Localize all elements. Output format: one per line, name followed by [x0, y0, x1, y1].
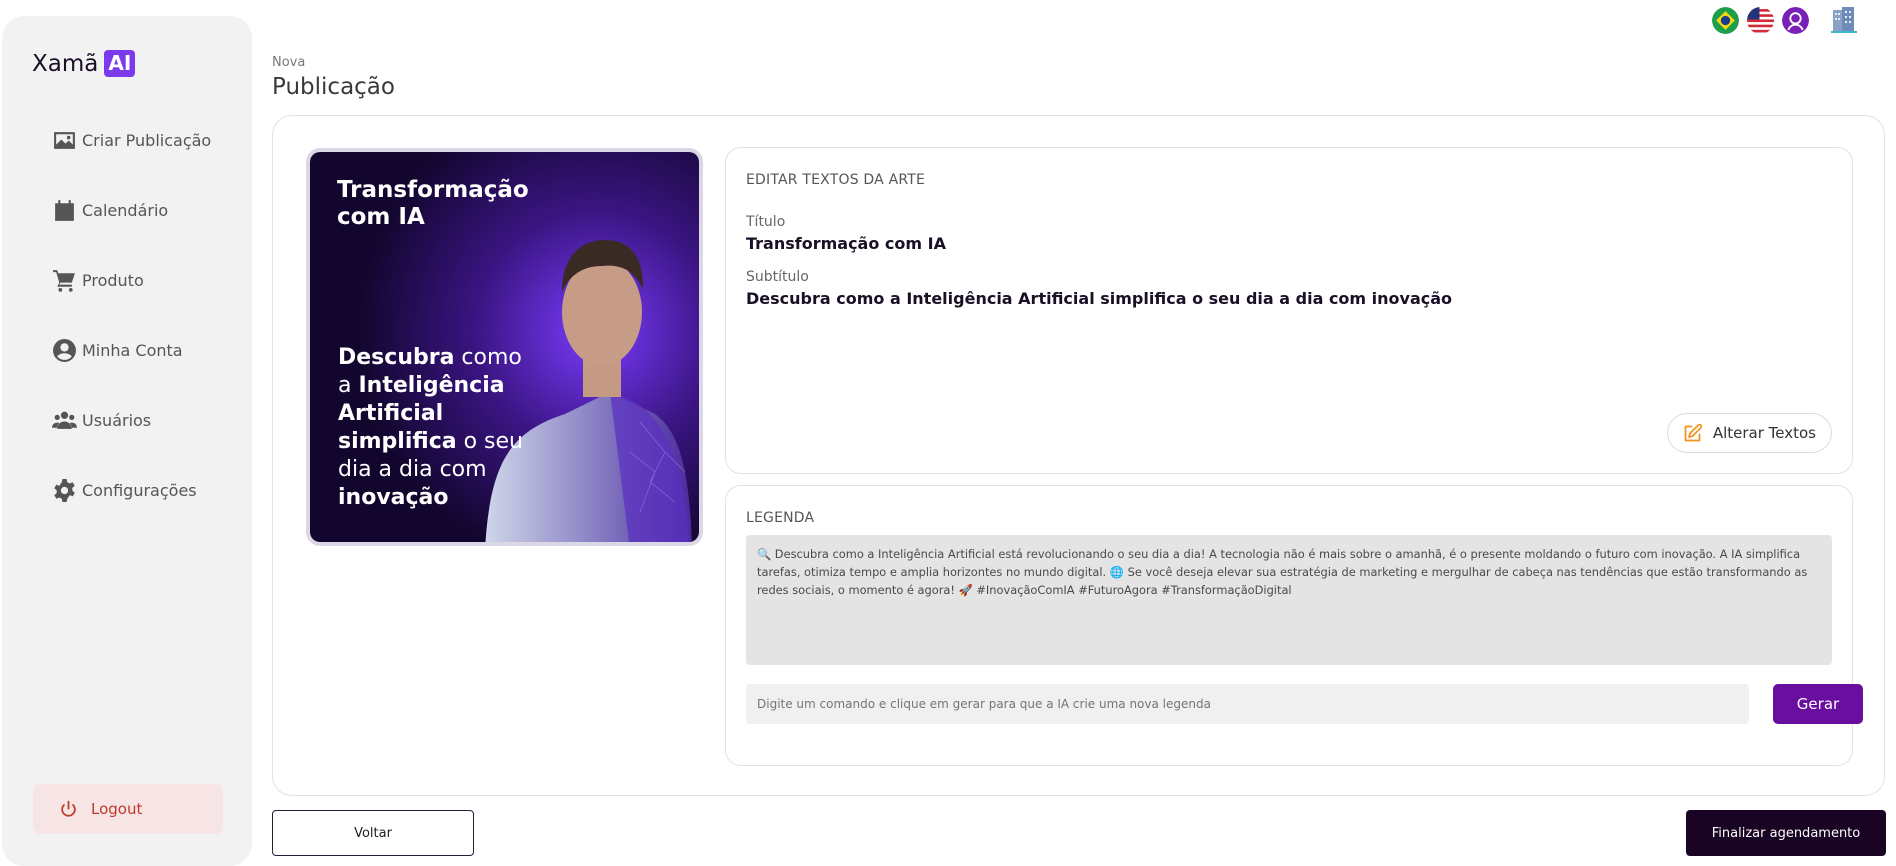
- sidebar-item-configuracoes[interactable]: Configurações: [52, 478, 211, 502]
- sidebar-item-minha-conta[interactable]: Minha Conta: [52, 338, 211, 362]
- caption-textarea[interactable]: 🔍 Descubra como a Inteligência Artificia…: [746, 535, 1832, 665]
- sidebar-nav: Criar Publicação Calendário Produto Minh…: [52, 128, 211, 548]
- sidebar: Xamã AI Criar Publicação Calendário Prod…: [2, 16, 252, 866]
- user-circle-icon: [53, 338, 76, 362]
- image-icon: [54, 131, 75, 149]
- support-avatar-icon[interactable]: [1782, 6, 1809, 34]
- back-button[interactable]: Voltar: [272, 810, 474, 856]
- building-icon[interactable]: [1829, 5, 1859, 35]
- sidebar-item-label: Produto: [82, 270, 144, 290]
- sidebar-item-label: Calendário: [82, 200, 169, 220]
- sidebar-item-label: Minha Conta: [82, 340, 183, 360]
- sidebar-item-usuarios[interactable]: Usuários: [52, 408, 211, 432]
- title-label: Título: [746, 214, 786, 230]
- edit-texts-card: EDITAR TEXTOS DA ARTE Título Transformaç…: [725, 147, 1853, 474]
- calendar-icon: [55, 199, 74, 221]
- art-subtitle-part: Descubra: [338, 345, 455, 370]
- usa-flag-icon[interactable]: [1747, 6, 1774, 34]
- app-logo[interactable]: Xamã AI: [32, 50, 136, 77]
- art-preview: Transformação com IA Descubra como a Int…: [306, 148, 703, 546]
- logout-button[interactable]: Logout: [33, 784, 223, 834]
- finish-scheduling-button[interactable]: Finalizar agendamento: [1686, 810, 1886, 856]
- art-subtitle: Descubra como a Inteligência Artificial …: [338, 344, 528, 512]
- art-title: Transformação com IA: [337, 177, 529, 230]
- command-input[interactable]: [746, 684, 1749, 724]
- sidebar-item-label: Usuários: [82, 410, 152, 430]
- power-icon: [61, 800, 76, 817]
- users-icon: [52, 411, 77, 429]
- gear-icon: [54, 478, 75, 502]
- art-subtitle-part: inovação: [338, 485, 449, 510]
- breadcrumb: Nova: [272, 55, 306, 70]
- alter-texts-button[interactable]: Alterar Textos: [1666, 413, 1832, 453]
- logo-text: Xamã: [32, 50, 99, 77]
- sidebar-item-produto[interactable]: Produto: [52, 268, 211, 292]
- alter-texts-label: Alterar Textos: [1712, 424, 1816, 442]
- logout-label: Logout: [91, 800, 143, 818]
- brazil-flag-icon[interactable]: [1712, 6, 1739, 34]
- caption-heading: LEGENDA: [746, 510, 815, 526]
- caption-card: LEGENDA 🔍 Descubra como a Inteligência A…: [725, 485, 1863, 766]
- page-title: Publicação: [272, 74, 395, 100]
- edit-texts-heading: EDITAR TEXTOS DA ARTE: [746, 172, 926, 188]
- sidebar-item-criar-publicacao[interactable]: Criar Publicação: [52, 128, 211, 152]
- subtitle-label: Subtítulo: [746, 269, 809, 285]
- sidebar-item-calendario[interactable]: Calendário: [52, 198, 211, 222]
- sidebar-item-label: Configurações: [82, 480, 197, 500]
- generate-button[interactable]: Gerar: [1773, 684, 1863, 724]
- title-value: Transformação com IA: [746, 234, 946, 253]
- top-icons: [1712, 5, 1859, 35]
- edit-icon: [1684, 423, 1702, 441]
- cart-icon: [53, 269, 75, 292]
- logo-badge: AI: [104, 50, 136, 77]
- subtitle-value: Descubra como a Inteligência Artificial …: [746, 289, 1453, 308]
- sidebar-item-label: Criar Publicação: [82, 130, 212, 150]
